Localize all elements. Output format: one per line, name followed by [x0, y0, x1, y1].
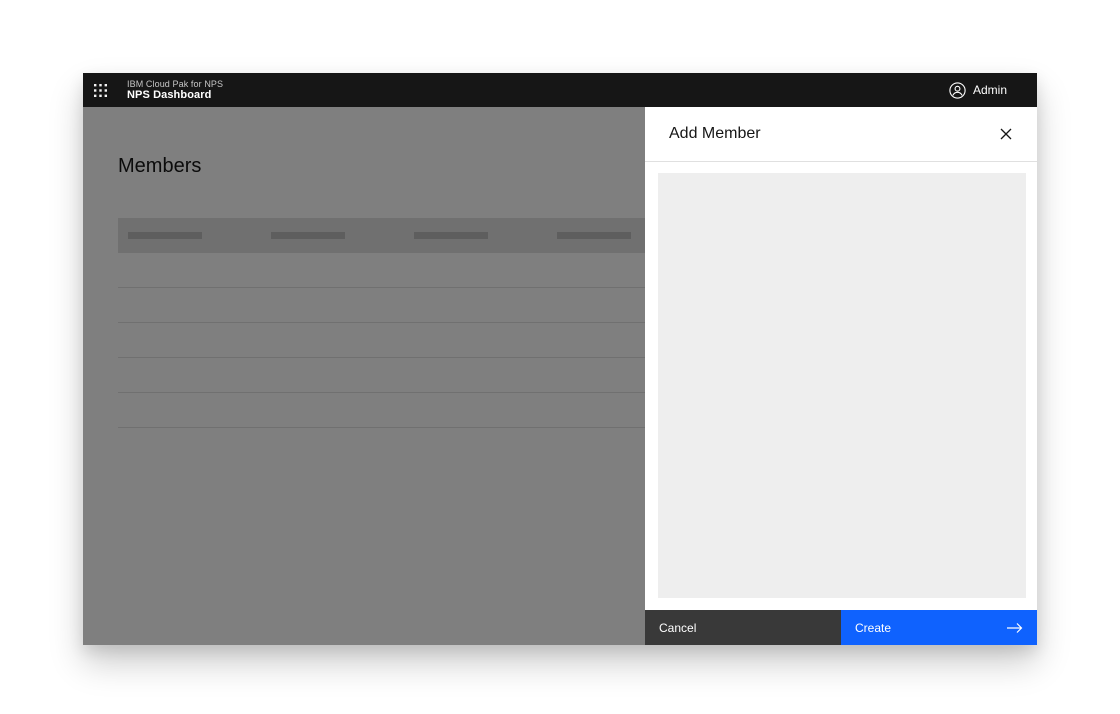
close-button[interactable]	[991, 119, 1021, 149]
product-line-label: IBM Cloud Pak for NPS	[127, 79, 223, 89]
app-title: NPS Dashboard	[127, 89, 223, 102]
panel-title: Add Member	[669, 125, 991, 143]
arrow-right-icon	[1007, 622, 1023, 634]
create-button[interactable]: Create	[841, 610, 1037, 645]
app-header: IBM Cloud Pak for NPS NPS Dashboard Admi…	[83, 73, 1037, 107]
app-window: IBM Cloud Pak for NPS NPS Dashboard Admi…	[83, 73, 1037, 645]
user-avatar-icon	[949, 82, 966, 99]
add-member-panel: Add Member Cancel Create	[645, 107, 1037, 645]
header-titles: IBM Cloud Pak for NPS NPS Dashboard	[127, 79, 223, 102]
cancel-button[interactable]: Cancel	[645, 610, 841, 645]
switcher-grid-icon	[94, 84, 107, 97]
user-menu[interactable]: Admin	[949, 73, 1037, 107]
close-x-icon	[1000, 128, 1012, 140]
user-label: Admin	[973, 83, 1007, 97]
panel-body	[645, 162, 1037, 610]
panel-header: Add Member	[645, 107, 1037, 162]
panel-footer: Cancel Create	[645, 610, 1037, 645]
form-placeholder	[658, 173, 1026, 598]
page-canvas: IBM Cloud Pak for NPS NPS Dashboard Admi…	[0, 0, 1120, 714]
create-button-label: Create	[855, 621, 891, 635]
app-switcher-button[interactable]	[83, 73, 117, 107]
